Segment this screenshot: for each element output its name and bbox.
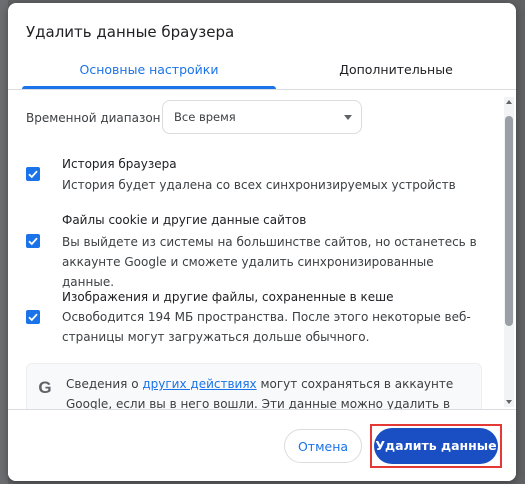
cancel-button[interactable]: Отмена [284,429,362,463]
checkmark-icon [28,170,38,179]
cookies-title: Файлы cookie и другие данные сайтов [62,213,307,227]
time-range-value: Все время [174,110,236,124]
history-checkbox[interactable] [26,167,40,181]
google-activity-notice: G Сведения о других действиях могут сохр… [26,363,482,409]
checkmark-icon [28,313,38,322]
scroll-down-arrow-icon[interactable] [506,400,512,404]
dialog-footer: Отмена Удалить данные [8,409,516,481]
cookies-description: Вы выйдете из системы на большинстве сай… [62,235,477,289]
tab-advanced[interactable]: Дополнительные [276,55,516,89]
cache-checkbox[interactable] [26,310,40,324]
cache-title: Изображения и другие файлы, сохраненные … [62,290,394,304]
background-page [0,0,8,484]
notice-text-before: Сведения о [66,377,143,391]
time-range-label: Временной диапазон [26,111,161,125]
history-description: История будет удалена со всех синхронизи… [62,178,456,192]
clear-browsing-data-dialog: Удалить данные браузера Основные настрой… [8,3,516,481]
time-range-select[interactable]: Все время [162,100,362,134]
scrollbar-thumb[interactable] [505,116,513,326]
history-title: История браузера [62,157,177,171]
dialog-content: Временной диапазон Все время История бра… [8,91,516,409]
google-g-icon: G [38,378,52,397]
dialog-title: Удалить данные браузера [26,23,235,41]
google-notice-text: Сведения о других действиях могут сохран… [66,374,476,409]
delete-data-button[interactable]: Удалить данные [374,428,498,464]
scroll-up-arrow-icon[interactable] [506,100,512,104]
chevron-down-icon [344,115,352,120]
cache-description: Освободится 194 МБ пространства. После э… [62,310,471,344]
tab-basic[interactable]: Основные настройки [22,55,276,89]
cookies-checkbox[interactable] [26,234,40,248]
tab-bar: Основные настройки Дополнительные [8,55,516,93]
other-activity-link[interactable]: других действиях [142,377,256,391]
tabs-divider [8,89,516,90]
checkmark-icon [28,237,38,246]
